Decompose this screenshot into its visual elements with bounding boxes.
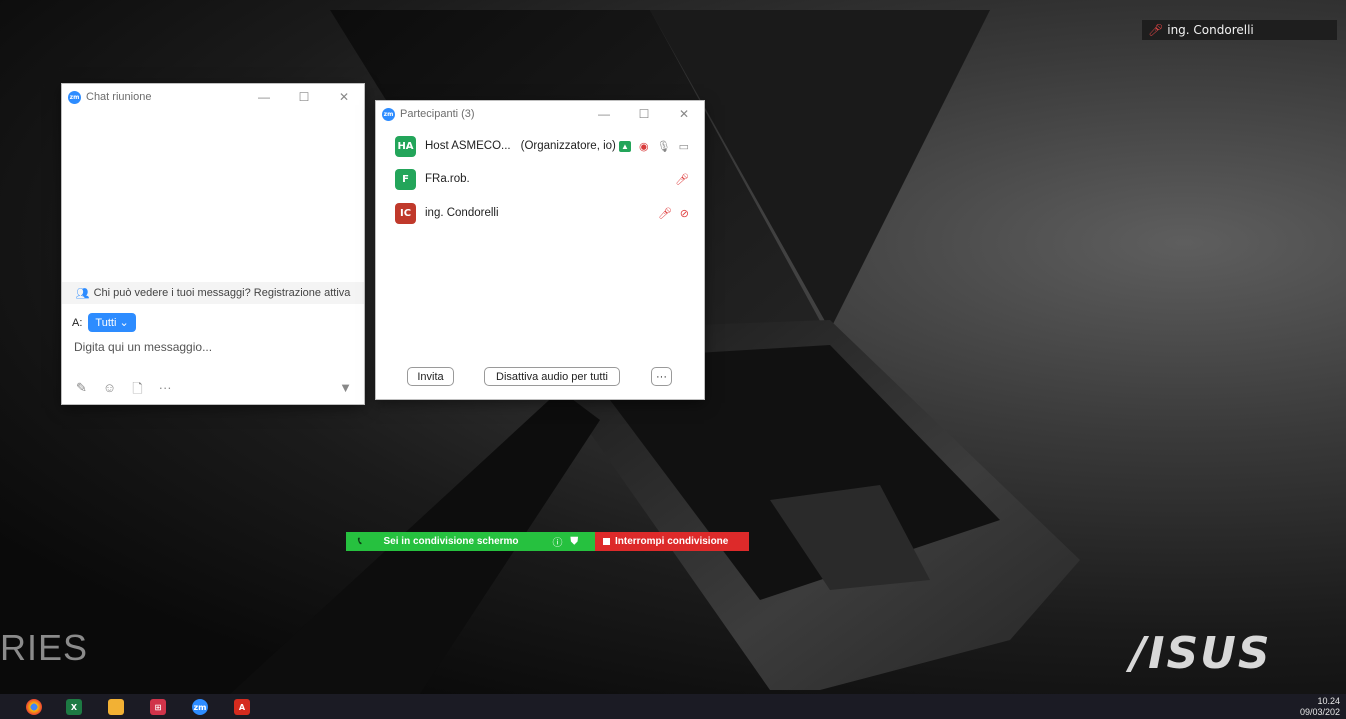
chevron-down-icon: ⌄	[119, 317, 129, 329]
clock-date: 09/03/202	[1299, 707, 1340, 717]
app-icon[interactable]: ⊞	[150, 699, 166, 715]
share-screen-icon: ▲	[619, 140, 632, 152]
zoom-logo-icon: zm	[382, 107, 395, 121]
avatar: IC	[395, 202, 416, 224]
recording-icon: ◉	[639, 140, 649, 153]
video-camera-icon[interactable]: ▭	[679, 140, 689, 153]
chat-window: zm Chat riunione — ☐ ✕ 👥︎ Chi può vedere…	[62, 84, 364, 404]
shield-icon[interactable]: ⛊	[571, 536, 579, 547]
message-input[interactable]	[72, 339, 356, 355]
clock-time: 10.24	[1317, 696, 1340, 706]
chrome-icon[interactable]	[26, 699, 42, 715]
more-options-button[interactable]: ···	[651, 367, 672, 386]
screen-share-bar: 📞︎ Sei in condivisione schermo ⓘ ⛊ Inter…	[346, 532, 749, 551]
mic-muted-icon[interactable]: 🎤︎	[675, 173, 689, 186]
system-clock[interactable]: 10.24 09/03/202	[1300, 696, 1340, 718]
zoom-icon[interactable]: zm	[192, 699, 208, 715]
share-status[interactable]: 📞︎ Sei in condivisione schermo ⓘ ⛊	[346, 532, 595, 551]
video-off-icon[interactable]: ⊘	[680, 207, 689, 220]
send-icon[interactable]: ▼	[339, 380, 352, 395]
people-icon: 👥︎	[75, 287, 90, 300]
zoom-logo-icon: zm	[68, 90, 81, 104]
emoji-icon[interactable]: ☺	[103, 380, 116, 402]
mic-muted-icon: 🎤︎	[1148, 23, 1164, 37]
chat-privacy-text: Chi può vedere i tuoi messaggi? Registra…	[93, 287, 351, 299]
active-speaker-label: 🎤︎ ing. Condorelli	[1142, 20, 1337, 40]
participant-role: (Organizzatore, io)	[520, 140, 616, 152]
recipient-row: A: Tutti ⌄	[72, 313, 136, 332]
avatar: HA	[395, 135, 416, 157]
close-button[interactable]: ✕	[324, 90, 364, 104]
file-icon[interactable]: 🗋︎	[132, 380, 142, 402]
participant-row[interactable]: IC ing. Condorelli 🎤︎ ⊘	[395, 202, 695, 224]
participant-name: ing. Condorelli	[425, 207, 499, 219]
participants-footer: Invita Disattiva audio per tutti ···	[376, 367, 704, 389]
close-button[interactable]: ✕	[664, 107, 704, 121]
phone-icon: 📞︎	[358, 536, 362, 547]
minimize-button[interactable]: —	[244, 90, 284, 104]
taskbar: X ⊞ zm A 10.24 09/03/202	[0, 694, 1346, 719]
participant-name: Host ASMECO...	[425, 140, 511, 152]
stop-icon	[603, 538, 610, 545]
participant-name: FRa.rob.	[425, 173, 470, 185]
stop-share-text: Interrompi condivisione	[615, 536, 729, 547]
chat-toolbar: ✎ ☺ 🗋︎ ···	[76, 380, 172, 402]
chat-privacy-info: 👥︎ Chi può vedere i tuoi messaggi? Regis…	[62, 282, 364, 304]
share-status-text: Sei in condivisione schermo	[383, 536, 519, 547]
maximize-button[interactable]: ☐	[284, 90, 324, 104]
excel-icon[interactable]: X	[66, 699, 82, 715]
mic-muted-icon[interactable]: 🎤︎	[658, 207, 672, 220]
active-speaker-name: ing. Condorelli	[1167, 23, 1254, 37]
file-explorer-icon[interactable]	[108, 699, 124, 715]
minimize-button[interactable]: —	[584, 107, 624, 121]
participants-titlebar[interactable]: zm Partecipanti (3) — ☐ ✕	[376, 101, 704, 127]
asus-logo: /ISUS	[1130, 628, 1272, 679]
invite-button[interactable]: Invita	[407, 367, 454, 386]
chat-title: Chat riunione	[86, 91, 152, 103]
avatar: F	[395, 168, 416, 190]
recipient-dropdown[interactable]: Tutti ⌄	[88, 313, 136, 332]
participants-window: zm Partecipanti (3) — ☐ ✕ HA Host ASMECO…	[376, 101, 704, 399]
participant-row[interactable]: F FRa.rob. 🎤︎	[395, 168, 695, 190]
info-icon[interactable]: ⓘ	[553, 534, 563, 549]
participant-row[interactable]: HA Host ASMECO... (Organizzatore, io) ▲ …	[395, 135, 695, 157]
maximize-button[interactable]: ☐	[624, 107, 664, 121]
participants-title: Partecipanti (3)	[400, 108, 475, 120]
mute-all-button[interactable]: Disattiva audio per tutti	[484, 367, 620, 386]
recipient-value: Tutti	[95, 317, 117, 329]
mic-icon[interactable]: 🎙︎	[657, 140, 671, 153]
wallpaper-series-text: RIES	[0, 627, 89, 668]
screenshot-icon[interactable]: ✎	[76, 380, 87, 402]
more-options-icon[interactable]: ···	[159, 380, 172, 402]
acrobat-icon[interactable]: A	[234, 699, 250, 715]
recipient-label: A:	[72, 316, 83, 329]
stop-share-button[interactable]: Interrompi condivisione	[595, 532, 749, 551]
chat-titlebar[interactable]: zm Chat riunione — ☐ ✕	[62, 84, 364, 110]
